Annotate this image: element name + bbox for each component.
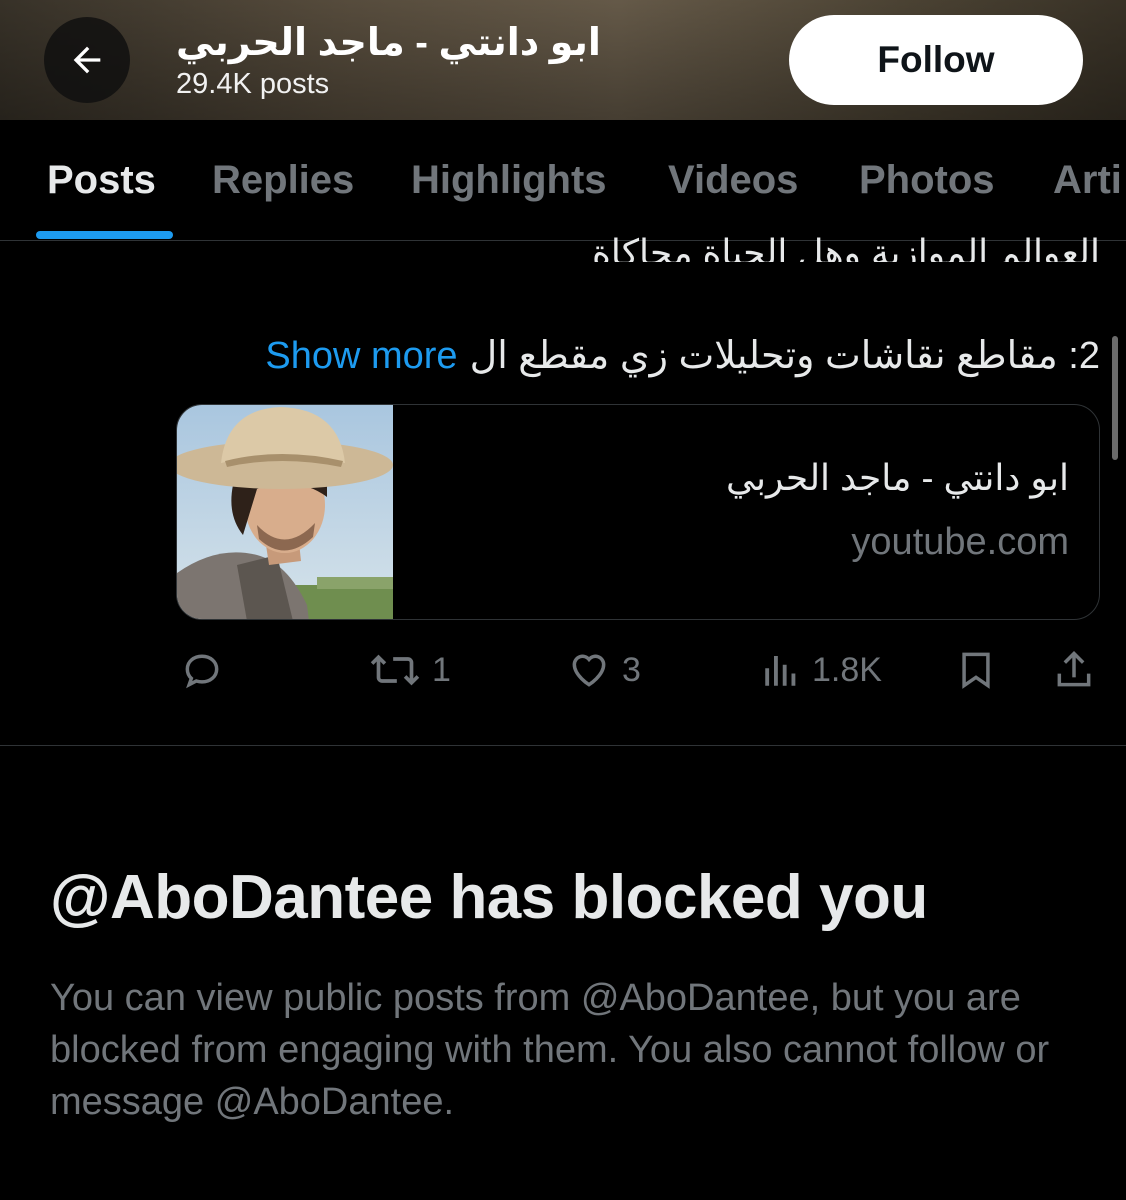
- show-more-link[interactable]: Show more: [265, 330, 457, 382]
- link-card[interactable]: ابو دانتي - ماجد الحربي youtube.com: [176, 404, 1100, 620]
- link-card-domain: youtube.com: [851, 521, 1069, 563]
- views-icon: [765, 656, 796, 686]
- follow-button[interactable]: Follow: [789, 15, 1083, 105]
- link-card-title: ابو دانتي - ماجد الحربي: [725, 457, 1069, 498]
- arrow-left-icon: [73, 46, 101, 74]
- like-count: 3: [622, 650, 641, 689]
- repost-icon: [370, 654, 420, 686]
- bookmark-button[interactable]: [954, 640, 998, 700]
- post-count: 29.4K posts: [176, 68, 330, 100]
- heart-icon: [572, 654, 606, 687]
- repost-button[interactable]: 1: [368, 640, 451, 700]
- repost-count: 1: [432, 650, 451, 689]
- blocked-title: @AboDantee has blocked you: [50, 863, 928, 932]
- post-text-line: العوالم الموازية وهل الحياة محاكاة: [592, 232, 1100, 262]
- tab-posts[interactable]: Posts: [47, 150, 156, 210]
- post-text-clipped: العوالم الموازية وهل الحياة محاكاة: [400, 218, 1100, 262]
- profile-screen: ابو دانتي - ماجد الحربي 29.4K posts Foll…: [0, 0, 1126, 1200]
- profile-header-banner: ابو دانتي - ماجد الحربي 29.4K posts Foll…: [0, 0, 1126, 120]
- bookmark-icon: [962, 652, 990, 689]
- post-text-body: 2: مقاطع نقاشات وتحليلات زي مقطع ال: [469, 335, 1100, 377]
- blocked-description: You can view public posts from @AboDante…: [50, 977, 1050, 1123]
- like-button[interactable]: 3: [566, 640, 641, 700]
- tab-articles[interactable]: Arti: [1053, 150, 1122, 210]
- post-actions: 1 3 1.8K: [0, 640, 1126, 700]
- tab-replies[interactable]: Replies: [212, 150, 354, 210]
- link-card-thumbnail: [177, 405, 393, 619]
- reply-icon: [185, 654, 219, 689]
- tab-photos[interactable]: Photos: [859, 150, 995, 210]
- back-button[interactable]: [44, 17, 130, 103]
- post-text: Show more 2: مقاطع نقاشات وتحليلات زي مق…: [265, 330, 1100, 382]
- reply-button[interactable]: [180, 640, 224, 700]
- active-tab-indicator: [36, 231, 173, 239]
- view-count: 1.8K: [812, 650, 882, 689]
- share-icon: [1057, 651, 1091, 687]
- tab-highlights[interactable]: Highlights: [411, 150, 607, 210]
- share-button[interactable]: [1052, 640, 1096, 700]
- profile-name: ابو دانتي - ماجد الحربي: [176, 22, 601, 64]
- tab-videos[interactable]: Videos: [668, 150, 798, 210]
- scrollbar[interactable]: [1112, 336, 1118, 460]
- views-button[interactable]: 1.8K: [760, 640, 882, 700]
- section-divider: [0, 745, 1126, 746]
